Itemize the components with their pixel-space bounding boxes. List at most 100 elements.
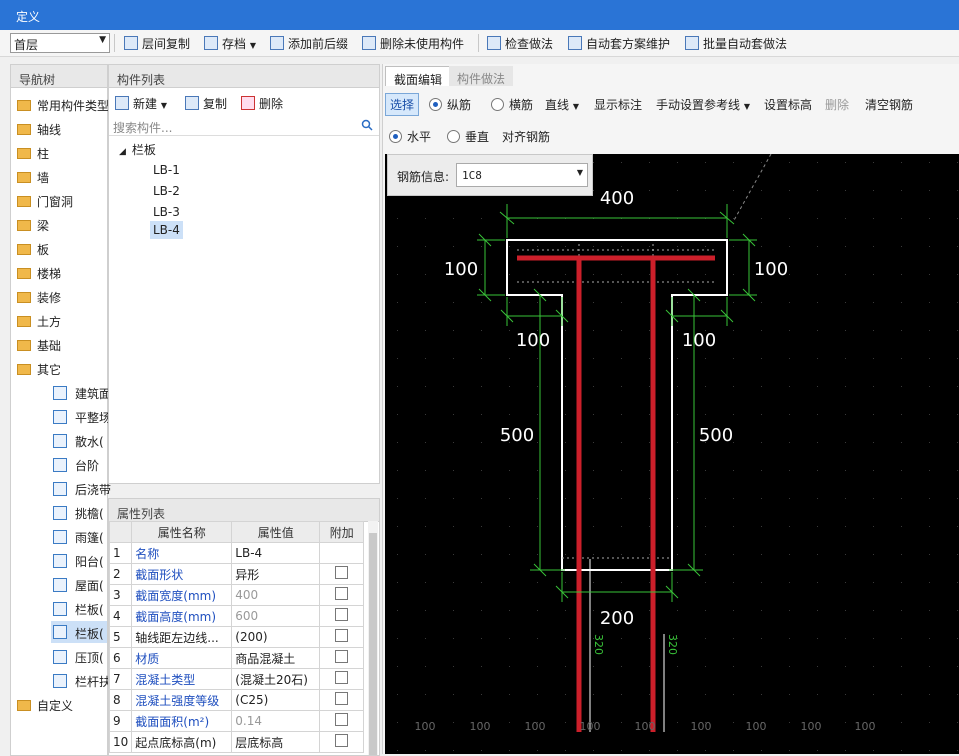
batch-icon [685,36,699,50]
drawing-canvas[interactable]: 320 320 400 100 100 100 100 500 500 200 … [385,154,959,754]
grid-dot [957,582,958,583]
table-row[interactable]: 3 截面宽度(mm) 400 [108,584,365,606]
tree-item[interactable]: LB-1 [153,163,180,177]
nav-item[interactable]: 墙 [17,169,49,186]
nav-item[interactable]: 柱 [17,145,49,162]
grid-dot [565,246,566,247]
checkbox[interactable] [335,713,349,726]
grid-dot [481,470,482,471]
table-row[interactable]: 4 截面高度(mm) 600 [108,605,365,627]
nav-item[interactable]: 板 [17,241,49,258]
grid-dot [649,666,650,667]
table-row[interactable]: 8 混凝土强度等级 (C25) [108,689,365,711]
checkbox[interactable] [335,671,349,684]
save-button[interactable]: 存档 ▼ [204,35,256,52]
nav-sub-item[interactable]: 散水( [53,433,104,450]
checkbox[interactable] [335,692,349,705]
grid-dot [453,554,454,555]
floor-select[interactable]: 首层 ▼ [10,33,110,53]
search-icon[interactable] [361,119,373,131]
checkbox[interactable] [335,650,349,663]
nav-item[interactable]: 装修 [17,289,61,306]
grid-dot [901,386,902,387]
section-drawing[interactable]: 320 320 400 100 100 100 100 500 500 200 … [385,154,959,754]
nav-sub-item[interactable]: 平整场 [53,409,111,426]
nav-sub-item[interactable]: 栏板( [53,601,104,618]
clear-rebar-button[interactable]: 清空钢筋 [865,96,913,113]
nav-sub-item[interactable]: 挑檐( [53,505,104,522]
checkbox[interactable] [335,608,349,621]
scrollbar-thumb[interactable] [369,533,377,755]
add-prefix-suffix-button[interactable]: 添加前后缀 [270,35,348,52]
checkbox[interactable] [335,587,349,600]
dim-left-web: 500 [500,425,534,446]
nav-item[interactable]: 门窗洞 [17,193,73,210]
tree-root[interactable]: ◢ 栏板 [119,141,156,158]
table-row[interactable]: 6 材质 商品混凝土 [108,647,365,669]
nav-sub-item[interactable]: 栏杆扶 [53,673,111,690]
auto-scheme-button[interactable]: 自动套方案维护 [568,35,670,52]
line-dropdown[interactable]: 直线 ▼ [545,96,579,113]
select-button[interactable]: 选择 [385,93,420,116]
copy-icon [124,36,138,50]
nav-sub-item[interactable]: 后浇带 [53,481,111,498]
show-dimensions-button[interactable]: 显示标注 [594,96,642,113]
check-method-button[interactable]: 检查做法 [487,35,553,52]
nav-item[interactable]: 梁 [17,217,49,234]
grid-dot [509,302,510,303]
table-row[interactable]: 10 起点底标高(m) 层底标高 [108,731,365,753]
tab-section-edit[interactable]: 截面编辑 [385,66,452,87]
tab-component-method[interactable]: 构件做法 [449,66,514,86]
grid-dot [957,162,958,163]
nav-item[interactable]: 轴线 [17,121,61,138]
component-search[interactable]: 搜索构件... [109,115,379,136]
nav-item-other[interactable]: 其它 [17,361,61,378]
nav-sub-item[interactable]: 屋面( [53,577,104,594]
nav-sub-item[interactable]: 阳台( [53,553,104,570]
grid-dot [873,610,874,611]
table-row[interactable]: 1 名称 LB-4 [108,542,365,564]
transverse-radio[interactable]: 横筋 [491,96,533,113]
nav-item[interactable]: 土方 [17,313,61,330]
longitudinal-radio[interactable]: 纵筋 [429,96,471,113]
batch-auto-button[interactable]: 批量自动套做法 [685,35,787,52]
grid-dot [453,666,454,667]
checkbox[interactable] [335,734,349,747]
nav-sub-item-selected[interactable]: 栏板( [51,621,107,643]
table-row[interactable]: 5 轴线距左边线... (200) [108,626,365,648]
set-elevation-button[interactable]: 设置标高 [764,96,812,113]
copy-between-floors-button[interactable]: 层间复制 [124,35,190,52]
checkbox[interactable] [335,629,349,642]
table-row[interactable]: 2 截面形状 异形 [108,563,365,585]
nav-item[interactable]: 自定义 [17,697,73,714]
nav-sub-item[interactable]: 建筑面 [53,385,111,402]
table-row[interactable]: 9 截面面积(m²) 0.14 [108,710,365,732]
tree-item[interactable]: LB-2 [153,184,180,198]
tree-item[interactable]: LB-3 [153,205,180,219]
delete-unused-button[interactable]: 删除未使用构件 [362,35,464,52]
nav-item[interactable]: 楼梯 [17,265,61,282]
nav-sub-item[interactable]: 雨篷( [53,529,104,546]
table-row[interactable]: 7 混凝土类型 (混凝土20石) [108,668,365,690]
grid-dot [565,582,566,583]
grid-dot [733,386,734,387]
nav-sub-item[interactable]: 台阶 [53,457,99,474]
nav-item[interactable]: 常用构件类型 [17,97,109,114]
vertical-radio[interactable]: 垂直 [447,128,489,145]
checkbox[interactable] [335,566,349,579]
delete-button[interactable]: 删除 [241,95,283,112]
nav-item[interactable]: 基础 [17,337,61,354]
new-button[interactable]: 新建 ▼ [115,95,167,112]
rebar-info-select[interactable]: 1C8 ▼ [456,163,588,187]
tree-item-selected[interactable]: LB-4 [150,221,183,239]
align-rebar-button[interactable]: 对齐钢筋 [502,128,550,145]
nav-sub-item[interactable]: 压顶( [53,649,104,666]
dim-left-height: 100 [444,259,478,280]
component-icon [53,530,67,544]
horizontal-radio[interactable]: 水平 [389,128,431,145]
properties-scrollbar[interactable] [368,521,378,755]
grid-dot [845,722,846,723]
copy-button[interactable]: 复制 [185,95,227,112]
manual-ref-line-dropdown[interactable]: 手动设置参考线 ▼ [656,96,750,113]
grid-dot [929,582,930,583]
